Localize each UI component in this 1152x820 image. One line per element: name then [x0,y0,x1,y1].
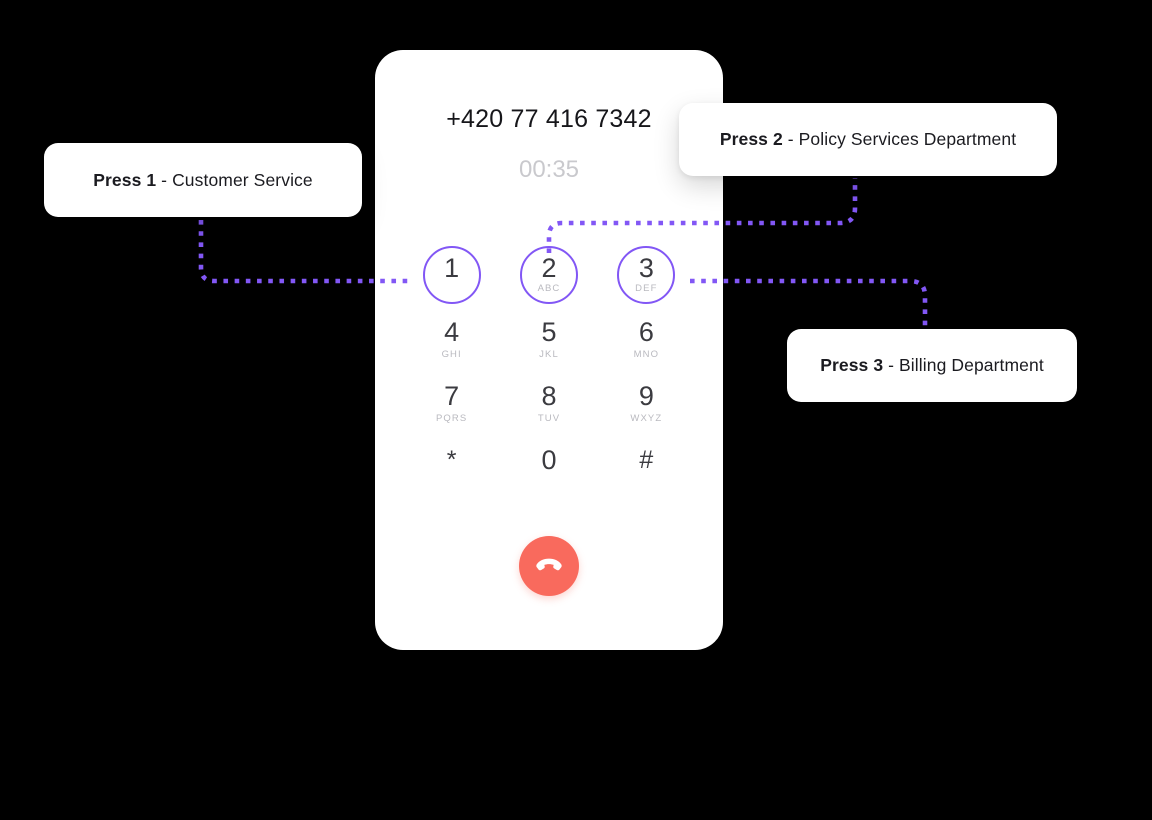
keypad-key-digit: 1 [444,252,460,283]
phone-call-card: +420 77 416 7342 00:35 1 2 ABC 3 DEF 4 GHI 5 JKL… [375,50,723,650]
keypad-key-hash[interactable]: # [598,435,695,499]
keypad-key-digit: * [446,445,457,474]
keypad-key-letters: JKL [539,348,559,360]
callout-2-label: Press 2 - Policy Services Department [720,129,1016,150]
keypad-key-digit: 0 [541,444,557,475]
keypad-key-6[interactable]: 6 MNO [598,307,695,371]
keypad-key-0[interactable]: 0 [500,435,597,499]
callout-3-label: Press 3 - Billing Department [820,355,1044,376]
keypad-key-4[interactable]: 4 GHI [403,307,500,371]
keypad-key-7[interactable]: 7 PQRS [403,371,500,435]
keypad-key-letters: WXYZ [630,412,663,424]
keypad-key-digit: # [639,445,654,474]
callout-1-department: - Customer Service [156,169,313,190]
ivr-call-flow-canvas: +420 77 416 7342 00:35 1 2 ABC 3 DEF 4 GHI 5 JKL… [0,0,1152,820]
keypad-key-digit: 5 [541,316,557,347]
connector-path-3 [690,278,928,327]
keypad-key-digit: 7 [444,380,460,411]
call-timer: 00:35 [518,156,580,183]
keypad-key-digit: 8 [541,380,557,411]
phone-number: +420 77 416 7342 [446,105,652,133]
keypad-key-8[interactable]: 8 TUV [500,371,597,435]
keypad-key-9[interactable]: 9 WXYZ [598,371,695,435]
callout-2-department: - Policy Services Department [782,129,1017,149]
keypad-key-digit: 6 [638,316,654,347]
keypad-key-2[interactable]: 2 ABC [500,243,597,307]
keypad-key-digit: 4 [444,316,460,347]
end-call-button[interactable] [519,536,579,596]
callout-press-3[interactable]: Press 3 - Billing Department [787,329,1077,402]
callout-2-press: Press 2 [719,129,783,149]
keypad-key-3[interactable]: 3 DEF [598,243,695,307]
keypad-key-letters: TUV [537,412,561,424]
callout-press-1[interactable]: Press 1 - Customer Service [44,143,362,217]
keypad-key-letters: ABC [537,282,561,294]
callout-1-press: Press 1 [93,169,157,190]
callout-1-label: Press 1 - Customer Service [93,170,313,191]
keypad-key-letters: GHI [441,348,462,360]
dial-keypad: 1 2 ABC 3 DEF 4 GHI 5 JKL 6 MNO 7 PQRS 8 TUV 9 WXYZ * 0 # [403,243,695,499]
keypad-key-letters: DEF [635,282,658,294]
keypad-key-letters: PQRS [436,412,468,424]
callout-3-press: Press 3 [820,355,884,375]
keypad-key-5[interactable]: 5 JKL [500,307,597,371]
phone-hangup-icon [536,558,562,574]
keypad-key-1[interactable]: 1 [403,243,500,307]
callout-3-department: - Billing Department [883,355,1044,375]
keypad-key-star[interactable]: * [403,435,500,499]
keypad-key-letters: MNO [633,348,660,360]
keypad-key-digit: 3 [638,252,654,283]
keypad-key-digit: 2 [541,252,557,283]
callout-press-2[interactable]: Press 2 - Policy Services Department [679,103,1057,176]
keypad-key-digit: 9 [638,380,654,411]
